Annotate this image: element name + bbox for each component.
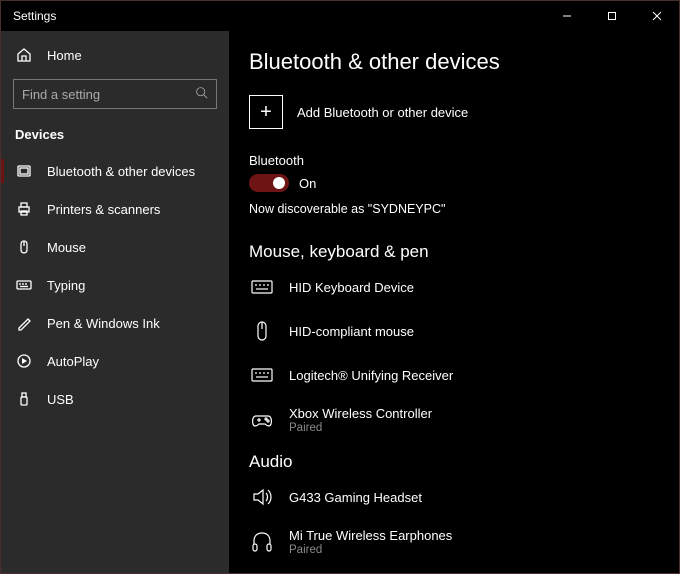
plus-icon: + [249,95,283,129]
autoplay-icon [15,352,33,370]
nav-mouse[interactable]: Mouse [1,228,229,266]
gamepad-icon [249,407,275,433]
maximize-button[interactable] [589,1,634,31]
device-name: Mi True Wireless Earphones [289,528,452,543]
sidebar: Home Find a setting Devices Bluetooth & … [1,31,229,573]
bluetooth-icon [15,162,33,180]
section-header: Devices [1,119,229,152]
window-title: Settings [13,9,56,23]
device-item[interactable]: Xbox Wireless ControllerPaired [249,406,679,434]
toggle-state: On [299,176,316,191]
page-title: Bluetooth & other devices [249,49,679,75]
nav-label: AutoPlay [47,354,99,369]
device-name: HID-compliant mouse [289,324,414,339]
group-title: Audio [249,452,679,472]
group-title: Mouse, keyboard & pen [249,242,679,262]
search-icon [195,86,208,102]
minimize-button[interactable] [544,1,589,31]
search-placeholder: Find a setting [22,87,195,102]
keyboard-icon [249,362,275,388]
search-input[interactable]: Find a setting [13,79,217,109]
pen-icon [15,314,33,332]
add-device-button[interactable]: + Add Bluetooth or other device [249,95,679,129]
nav-pen[interactable]: Pen & Windows Ink [1,304,229,342]
add-device-label: Add Bluetooth or other device [297,105,468,120]
device-item[interactable]: G433 Gaming Headset [249,484,679,510]
nav-typing[interactable]: Typing [1,266,229,304]
nav-label: Printers & scanners [47,202,160,217]
nav-bluetooth[interactable]: Bluetooth & other devices [1,152,229,190]
device-item[interactable]: HID-compliant mouse [249,318,679,344]
speaker-icon [249,484,275,510]
device-status: Paired [289,422,432,434]
device-status: Paired [289,544,452,556]
home-nav[interactable]: Home [1,37,229,73]
device-name: Xbox Wireless Controller [289,406,432,421]
device-item[interactable]: Mi True Wireless EarphonesPaired [249,528,679,556]
bluetooth-toggle[interactable]: On [249,174,679,192]
mouse-icon [249,318,275,344]
device-name: Logitech® Unifying Receiver [289,368,453,383]
nav-label: Bluetooth & other devices [47,164,195,179]
nav-label: Typing [47,278,85,293]
nav-printers[interactable]: Printers & scanners [1,190,229,228]
home-label: Home [47,48,82,63]
home-icon [15,46,33,64]
bluetooth-label: Bluetooth [249,153,679,168]
titlebar: Settings [1,1,679,31]
nav-label: Pen & Windows Ink [47,316,160,331]
device-name: HID Keyboard Device [289,280,414,295]
nav-label: Mouse [47,240,86,255]
device-item[interactable]: Logitech® Unifying Receiver [249,362,679,388]
discoverable-text: Now discoverable as "SYDNEYPC" [249,202,679,216]
keyboard-icon [249,274,275,300]
device-item[interactable]: HID Keyboard Device [249,274,679,300]
nav-usb[interactable]: USB [1,380,229,418]
content-pane: Bluetooth & other devices + Add Bluetoot… [229,31,679,573]
usb-icon [15,390,33,408]
close-button[interactable] [634,1,679,31]
printer-icon [15,200,33,218]
device-name: G433 Gaming Headset [289,490,422,505]
keyboard-icon [15,276,33,294]
toggle-track [249,174,289,192]
nav-label: USB [47,392,74,407]
nav-autoplay[interactable]: AutoPlay [1,342,229,380]
mouse-icon [15,238,33,256]
headphones-icon [249,529,275,555]
